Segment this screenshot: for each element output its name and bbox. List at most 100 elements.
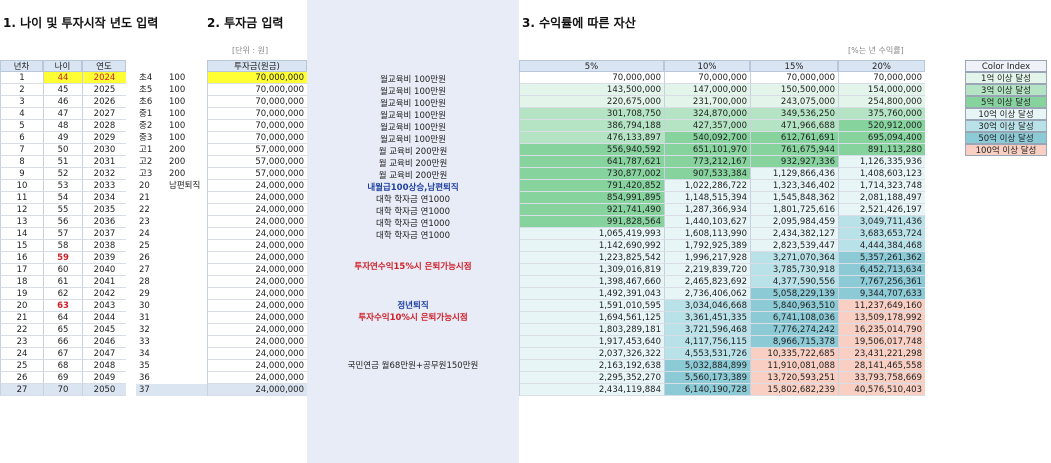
cell-asset-20[interactable]: 695,094,400 bbox=[838, 132, 925, 144]
cell-asset-5[interactable]: 991,828,564 bbox=[519, 216, 664, 228]
cell-asset-10[interactable]: 773,212,167 bbox=[664, 156, 750, 168]
cell-year[interactable]: 2041 bbox=[82, 276, 126, 288]
cell-asset-10[interactable]: 4,553,531,726 bbox=[664, 348, 750, 360]
cell-asset-15[interactable]: 1,801,725,616 bbox=[750, 204, 838, 216]
cell-grade[interactable]: 20 bbox=[136, 180, 166, 192]
cell-asset-15[interactable]: 761,675,944 bbox=[750, 144, 838, 156]
cell-grade[interactable]: 22 bbox=[136, 204, 166, 216]
cell-amount[interactable]: 100 bbox=[166, 108, 207, 120]
cell-asset-15[interactable]: 11,910,081,088 bbox=[750, 360, 838, 372]
cell-age[interactable]: 55 bbox=[43, 204, 82, 216]
cell-year[interactable]: 2037 bbox=[82, 228, 126, 240]
cell-year[interactable]: 2046 bbox=[82, 336, 126, 348]
cell-age[interactable]: 58 bbox=[43, 240, 82, 252]
cell-amount[interactable] bbox=[166, 360, 207, 372]
cell-asset-15[interactable]: 612,761,691 bbox=[750, 132, 838, 144]
cell-asset-15[interactable]: 2,823,539,447 bbox=[750, 240, 838, 252]
cell-year-index[interactable]: 14 bbox=[0, 228, 43, 240]
cell-year[interactable]: 2036 bbox=[82, 216, 126, 228]
cell-asset-5[interactable]: 1,309,016,819 bbox=[519, 264, 664, 276]
cell-investment[interactable]: 24,000,000 bbox=[207, 228, 307, 240]
cell-asset-10[interactable]: 1,608,113,990 bbox=[664, 228, 750, 240]
header-rate-20[interactable]: 20% bbox=[838, 60, 925, 72]
cell-asset-20[interactable]: 7,767,256,361 bbox=[838, 276, 925, 288]
cell-year-index[interactable]: 15 bbox=[0, 240, 43, 252]
cell-year[interactable]: 2044 bbox=[82, 312, 126, 324]
cell-investment[interactable]: 24,000,000 bbox=[207, 384, 307, 396]
cell-amount[interactable]: 200 bbox=[166, 168, 207, 180]
cell-asset-5[interactable]: 386,794,188 bbox=[519, 120, 664, 132]
cell-investment[interactable]: 24,000,000 bbox=[207, 324, 307, 336]
cell-age[interactable]: 70 bbox=[43, 384, 82, 396]
cell-investment[interactable]: 24,000,000 bbox=[207, 288, 307, 300]
cell-investment[interactable]: 24,000,000 bbox=[207, 216, 307, 228]
cell-asset-10[interactable]: 324,870,000 bbox=[664, 108, 750, 120]
cell-year[interactable]: 2038 bbox=[82, 240, 126, 252]
cell-grade[interactable]: 24 bbox=[136, 228, 166, 240]
cell-asset-10[interactable]: 540,092,700 bbox=[664, 132, 750, 144]
cell-grade[interactable]: 32 bbox=[136, 324, 166, 336]
cell-investment[interactable]: 70,000,000 bbox=[207, 84, 307, 96]
cell-asset-20[interactable]: 5,357,261,362 bbox=[838, 252, 925, 264]
cell-asset-5[interactable]: 730,877,002 bbox=[519, 168, 664, 180]
cell-year[interactable]: 2024 bbox=[82, 72, 126, 84]
cell-grade[interactable]: 30 bbox=[136, 300, 166, 312]
cell-year-index[interactable]: 18 bbox=[0, 276, 43, 288]
cell-asset-20[interactable]: 6,452,713,634 bbox=[838, 264, 925, 276]
cell-amount[interactable]: 200 bbox=[166, 144, 207, 156]
cell-asset-5[interactable]: 2,434,119,884 bbox=[519, 384, 664, 396]
cell-year-index[interactable]: 19 bbox=[0, 288, 43, 300]
cell-year-index[interactable]: 2 bbox=[0, 84, 43, 96]
cell-asset-5[interactable]: 2,295,352,270 bbox=[519, 372, 664, 384]
cell-asset-10[interactable]: 5,560,173,389 bbox=[664, 372, 750, 384]
cell-asset-20[interactable]: 11,237,649,160 bbox=[838, 300, 925, 312]
cell-asset-10[interactable]: 2,465,823,692 bbox=[664, 276, 750, 288]
cell-age[interactable]: 47 bbox=[43, 108, 82, 120]
cell-grade[interactable]: 29 bbox=[136, 288, 166, 300]
cell-investment[interactable]: 70,000,000 bbox=[207, 108, 307, 120]
cell-asset-5[interactable]: 1,398,467,660 bbox=[519, 276, 664, 288]
cell-asset-5[interactable]: 791,420,852 bbox=[519, 180, 664, 192]
cell-asset-20[interactable]: 520,912,000 bbox=[838, 120, 925, 132]
cell-asset-15[interactable]: 1,545,848,362 bbox=[750, 192, 838, 204]
cell-age[interactable]: 67 bbox=[43, 348, 82, 360]
cell-year-index[interactable]: 21 bbox=[0, 312, 43, 324]
cell-year-index[interactable]: 11 bbox=[0, 192, 43, 204]
cell-year-index[interactable]: 1 bbox=[0, 72, 43, 84]
cell-asset-20[interactable]: 2,081,188,497 bbox=[838, 192, 925, 204]
cell-age[interactable]: 62 bbox=[43, 288, 82, 300]
cell-year[interactable]: 2027 bbox=[82, 108, 126, 120]
cell-amount[interactable] bbox=[166, 324, 207, 336]
cell-investment[interactable]: 24,000,000 bbox=[207, 192, 307, 204]
cell-asset-5[interactable]: 1,917,453,640 bbox=[519, 336, 664, 348]
cell-asset-20[interactable]: 16,235,014,790 bbox=[838, 324, 925, 336]
cell-amount[interactable] bbox=[166, 276, 207, 288]
cell-year-index[interactable]: 9 bbox=[0, 168, 43, 180]
cell-asset-15[interactable]: 349,536,250 bbox=[750, 108, 838, 120]
header-age[interactable]: 나이 bbox=[43, 60, 82, 72]
cell-year-index[interactable]: 23 bbox=[0, 336, 43, 348]
cell-investment[interactable]: 57,000,000 bbox=[207, 156, 307, 168]
cell-asset-10[interactable]: 651,101,970 bbox=[664, 144, 750, 156]
cell-asset-5[interactable]: 476,133,897 bbox=[519, 132, 664, 144]
cell-amount[interactable] bbox=[166, 288, 207, 300]
cell-asset-10[interactable]: 3,034,046,668 bbox=[664, 300, 750, 312]
cell-asset-15[interactable]: 3,785,730,918 bbox=[750, 264, 838, 276]
cell-amount[interactable] bbox=[166, 240, 207, 252]
cell-investment[interactable]: 24,000,000 bbox=[207, 372, 307, 384]
cell-asset-20[interactable]: 4,444,384,468 bbox=[838, 240, 925, 252]
header-year-index[interactable]: 년차 bbox=[0, 60, 43, 72]
cell-asset-15[interactable]: 2,095,984,459 bbox=[750, 216, 838, 228]
cell-asset-5[interactable]: 641,787,621 bbox=[519, 156, 664, 168]
cell-investment[interactable]: 24,000,000 bbox=[207, 276, 307, 288]
cell-amount[interactable] bbox=[166, 384, 207, 396]
cell-investment[interactable]: 24,000,000 bbox=[207, 204, 307, 216]
cell-year[interactable]: 2031 bbox=[82, 156, 126, 168]
cell-asset-10[interactable]: 1,996,217,928 bbox=[664, 252, 750, 264]
cell-year-index[interactable]: 26 bbox=[0, 372, 43, 384]
cell-asset-10[interactable]: 1,792,925,389 bbox=[664, 240, 750, 252]
cell-grade[interactable]: 35 bbox=[136, 360, 166, 372]
cell-year-index[interactable]: 12 bbox=[0, 204, 43, 216]
cell-asset-15[interactable]: 1,323,346,402 bbox=[750, 180, 838, 192]
header-rate-10[interactable]: 10% bbox=[664, 60, 750, 72]
